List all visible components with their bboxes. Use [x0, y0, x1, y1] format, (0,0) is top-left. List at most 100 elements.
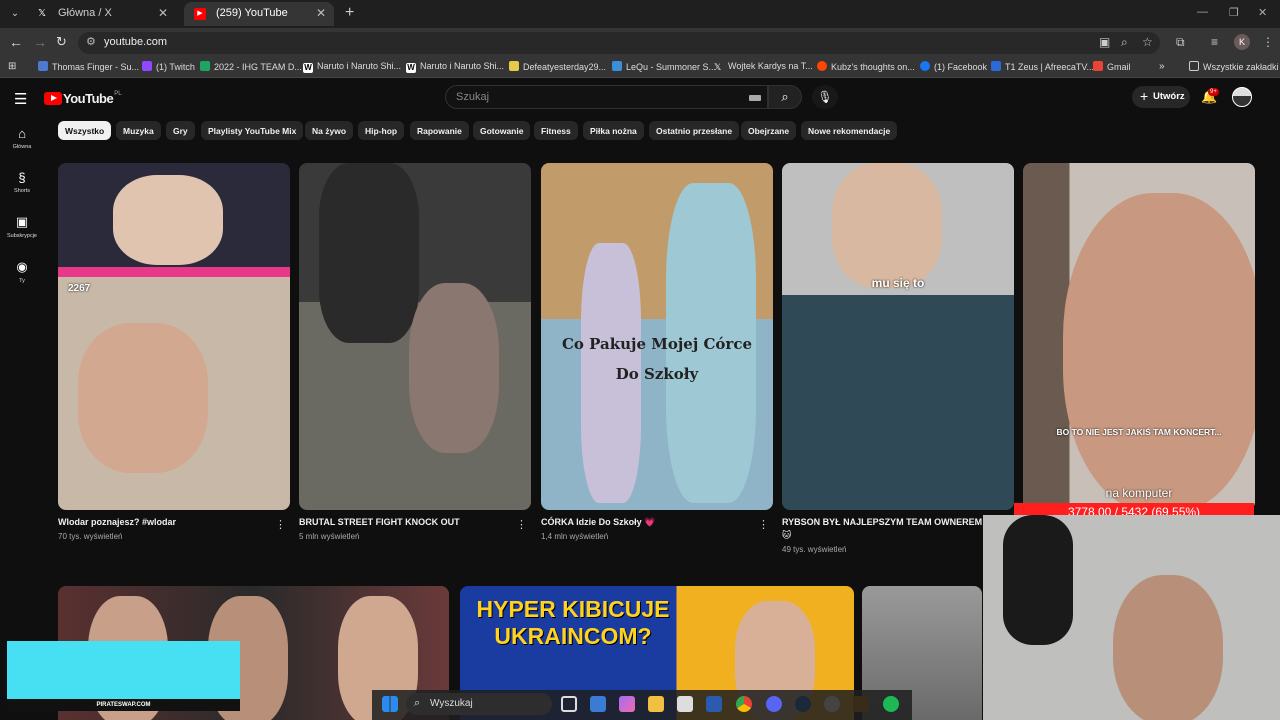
chip[interactable]: Na żywo	[305, 121, 354, 140]
chip[interactable]: Playlisty YouTube Mix	[201, 121, 304, 140]
short-thumbnail[interactable]: mu się to	[782, 163, 1014, 510]
new-tab-icon[interactable]: +	[345, 4, 354, 22]
bookmark-item[interactable]: Gmail	[1093, 61, 1131, 72]
reading-list-icon[interactable]: ≡	[1211, 35, 1218, 49]
chip[interactable]: Obejrzane	[741, 121, 797, 140]
steam-icon[interactable]	[795, 696, 811, 712]
outlook-icon[interactable]	[590, 696, 606, 712]
bookmark-label: Naruto i Naruto Shi...	[317, 61, 402, 71]
chip[interactable]: Ostatnio przesłane	[649, 121, 740, 140]
bookmark-item[interactable]: W Naruto i Naruto Shi...	[406, 61, 504, 73]
nav-home[interactable]: ⌂ Główna	[0, 126, 44, 150]
bookmark-item[interactable]: 𝕏 Wojtek Kardys na T...	[714, 61, 813, 72]
bookmark-item[interactable]: (1) Facebook	[920, 61, 987, 72]
back-icon[interactable]: ←	[9, 34, 23, 50]
chip[interactable]: Rapowanie	[410, 121, 469, 140]
forward-icon[interactable]: →	[33, 34, 47, 50]
voice-search-button[interactable]: 🎙	[812, 85, 838, 109]
league-icon[interactable]	[853, 696, 869, 712]
bookmark-star-icon[interactable]: ☆	[1142, 35, 1153, 49]
address-bar[interactable]: ⚙ youtube.com	[78, 32, 1160, 54]
cast-icon[interactable]: ▣	[1099, 35, 1110, 49]
short-thumbnail[interactable]	[299, 163, 531, 510]
nav-subscriptions[interactable]: ▣ Subskrypcje	[0, 214, 44, 239]
nav-you[interactable]: ◉ Ty	[0, 259, 44, 284]
chip[interactable]: Nowe rekomendacje	[801, 121, 898, 140]
obs-icon[interactable]	[824, 696, 840, 712]
short-thumbnail[interactable]: 2267	[58, 163, 290, 510]
close-tab-icon[interactable]: ✕	[158, 6, 168, 20]
keyboard-icon[interactable]	[749, 95, 761, 101]
discord-icon[interactable]	[766, 696, 782, 712]
spotify-icon[interactable]	[883, 696, 899, 712]
short-title[interactable]: Wlodar poznajesz? #wlodar	[58, 516, 268, 529]
copilot-icon[interactable]	[619, 696, 635, 712]
chip[interactable]: Muzyka	[116, 121, 161, 140]
more-bookmarks-icon[interactable]: »	[1159, 61, 1165, 72]
bookmark-item[interactable]: Defeatyesterday29...	[509, 61, 606, 72]
tab-youtube[interactable]: ▶ (259) YouTube ✕	[184, 2, 334, 26]
task-view-icon[interactable]	[561, 696, 577, 712]
bookmark-item[interactable]: W Naruto i Naruto Shi...	[303, 61, 401, 73]
bookmark-label: 2022 - IHG TEAM D...	[214, 62, 302, 72]
search-button[interactable]: ⌕	[768, 85, 802, 109]
youtube-logo[interactable]: YouTubePL	[44, 90, 122, 110]
menu-kebab-icon[interactable]: ⋮	[1262, 35, 1274, 49]
more-actions-icon[interactable]: ⋮	[758, 518, 769, 531]
chip[interactable]: Fitness	[534, 121, 578, 140]
short-title[interactable]: RYBSON BYŁ NAJLEPSZYM TEAM OWNEREM 🐱	[782, 516, 992, 542]
bookmark-item[interactable]: Thomas Finger - Su...	[38, 61, 139, 72]
avatar[interactable]	[1232, 87, 1252, 107]
short-overlay-text: Co Pakuje Mojej Córce Do Szkoły	[561, 335, 752, 383]
chip[interactable]: Hip-hop	[358, 121, 405, 140]
nav-shorts[interactable]: § Shorts	[0, 170, 44, 194]
more-actions-icon[interactable]: ⋮	[516, 518, 527, 531]
file-explorer-icon[interactable]	[648, 696, 664, 712]
chip[interactable]: Gry	[166, 121, 195, 140]
taskbar-search[interactable]: ⌕ Wyszukaj	[406, 693, 552, 715]
maximize-icon[interactable]: ❐	[1229, 6, 1239, 19]
zoom-icon[interactable]: ⌕	[1121, 35, 1128, 50]
nav-label: Shorts	[14, 188, 30, 194]
short-thumbnail[interactable]: Co Pakuje Mojej Córce Do Szkoły	[541, 163, 773, 510]
more-actions-icon[interactable]: ⋮	[275, 518, 286, 531]
short-thumbnail[interactable]: BO TO NIE JEST JAKIŚ TAM KONCERT... na k…	[1023, 163, 1255, 510]
apps-grid-icon[interactable]: ⊞	[8, 61, 16, 72]
microphone-arm	[1003, 515, 1073, 645]
chrome-icon[interactable]	[736, 696, 752, 712]
close-window-icon[interactable]: ✕	[1258, 6, 1267, 19]
bookmark-label: Defeatyesterday29...	[523, 62, 607, 72]
chip[interactable]: Gotowanie	[473, 121, 531, 140]
short-overlay-text: mu się to	[871, 276, 925, 290]
windows-start-icon[interactable]	[382, 696, 398, 712]
short-views: 5 mln wyświetleń	[299, 532, 360, 541]
hamburger-menu-icon[interactable]: ☰	[14, 90, 27, 108]
stream-bar	[58, 267, 290, 277]
reload-icon[interactable]: ↻	[56, 34, 67, 50]
folder-icon	[1189, 61, 1199, 71]
bookmark-item[interactable]: Kubz's thoughts on...	[817, 61, 915, 72]
chip-all[interactable]: Wszystko	[58, 121, 112, 140]
all-bookmarks[interactable]: Wszystkie zakładki	[1189, 61, 1279, 72]
create-button[interactable]: + Utwórz	[1132, 86, 1190, 108]
tab-search-chevron-icon[interactable]: ⌄	[6, 5, 24, 23]
sheets-icon	[200, 61, 210, 71]
subscriptions-icon: ▣	[15, 214, 29, 229]
short-title[interactable]: BRUTAL STREET FIGHT KNOCK OUT	[299, 516, 509, 529]
short-overlay-counter: 2267	[68, 283, 91, 294]
profile-avatar[interactable]: K	[1234, 34, 1250, 50]
close-tab-icon[interactable]: ✕	[316, 6, 326, 20]
tab-x[interactable]: 𝕏 Główna / X ✕	[26, 2, 176, 26]
short-title[interactable]: CÓRKA Idzie Do Szkoły 💗	[541, 516, 751, 529]
site-info-icon[interactable]: ⚙	[86, 35, 96, 48]
store-icon[interactable]	[677, 696, 693, 712]
extensions-icon[interactable]: ⧉	[1176, 35, 1185, 50]
bookmark-item[interactable]: T1 Zeus | AfreecaTV...	[991, 61, 1094, 72]
chip[interactable]: Piłka nożna	[583, 121, 644, 140]
bookmark-item[interactable]: 2022 - IHG TEAM D...	[200, 61, 302, 72]
minimize-icon[interactable]: —	[1197, 6, 1208, 18]
bookmark-item[interactable]: LeQu - Summoner S...	[612, 61, 716, 72]
search-input[interactable]: Szukaj	[445, 85, 768, 109]
app-icon[interactable]	[706, 696, 722, 712]
bookmark-item[interactable]: (1) Twitch	[142, 61, 195, 72]
